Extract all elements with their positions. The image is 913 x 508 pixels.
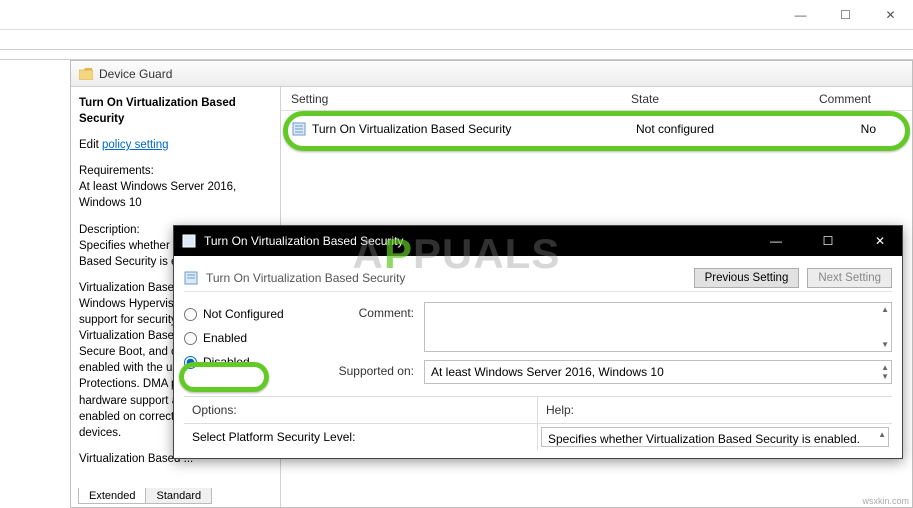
list-header: Setting State Comment xyxy=(281,87,912,111)
policy-list-row[interactable]: Turn On Virtualization Based Security No… xyxy=(286,119,907,139)
watermark-corner: wsxkin.com xyxy=(862,496,909,506)
outer-close-button[interactable]: ✕ xyxy=(868,0,913,30)
folder-icon xyxy=(79,68,93,80)
col-setting[interactable]: Setting xyxy=(281,92,631,106)
policy-icon xyxy=(184,271,198,285)
tab-standard[interactable]: Standard xyxy=(145,488,212,504)
supported-on-field: At least Windows Server 2016, Windows 10… xyxy=(424,360,892,384)
previous-setting-button[interactable]: Previous Setting xyxy=(694,268,800,288)
policy-title: Turn On Virtualization Based Security xyxy=(79,95,272,127)
scroll-up-icon[interactable]: ▲ xyxy=(881,305,889,314)
folder-title: Device Guard xyxy=(99,67,172,81)
radio-enabled[interactable]: Enabled xyxy=(184,326,314,350)
radio-disabled[interactable]: Disabled xyxy=(184,350,314,374)
comment-label: Comment: xyxy=(314,302,424,352)
scroll-up-icon[interactable]: ▲ xyxy=(878,430,886,439)
supported-on-label: Supported on: xyxy=(314,360,424,384)
help-textarea[interactable]: Specifies whether Virtualization Based S… xyxy=(541,427,889,447)
outer-toolbar xyxy=(0,30,913,50)
help-heading: Help: xyxy=(546,403,884,417)
requirements-text: At least Windows Server 2016, Windows 10 xyxy=(79,179,272,211)
options-heading: Options: xyxy=(192,403,529,417)
scroll-down-icon[interactable]: ▼ xyxy=(881,340,889,349)
pane-tabs: Extended Standard xyxy=(78,488,212,504)
row-state: Not configured xyxy=(636,122,786,136)
dialog-title-text: Turn On Virtualization Based Security xyxy=(204,234,403,248)
dialog-close-button[interactable]: ✕ xyxy=(858,226,902,256)
dialog-titlebar[interactable]: Turn On Virtualization Based Security — … xyxy=(174,226,902,256)
scroll-up-icon[interactable]: ▲ xyxy=(881,363,889,372)
dialog-icon xyxy=(182,234,196,248)
scroll-down-icon[interactable]: ▼ xyxy=(881,372,889,381)
dialog-subtitle-row: Turn On Virtualization Based Security Pr… xyxy=(184,264,892,292)
dialog-maximize-button[interactable]: ☐ xyxy=(806,226,850,256)
option-select-platform: Select Platform Security Level: xyxy=(184,424,538,450)
requirements-heading: Requirements: xyxy=(79,163,272,179)
col-comment[interactable]: Comment xyxy=(781,92,901,106)
edit-policy-link[interactable]: policy setting xyxy=(102,139,168,151)
edit-label: Edit xyxy=(79,139,102,151)
policy-icon xyxy=(292,122,306,136)
policy-settings-dialog: Turn On Virtualization Based Security — … xyxy=(173,225,903,459)
radio-group: Not Configured Enabled Disabled xyxy=(184,302,314,392)
row-setting-name: Turn On Virtualization Based Security xyxy=(312,122,511,136)
col-state[interactable]: State xyxy=(631,92,781,106)
outer-window-titlebar: — ☐ ✕ xyxy=(0,0,913,30)
next-setting-button: Next Setting xyxy=(807,268,892,288)
outer-thin-bar xyxy=(0,50,913,60)
row-comment: No xyxy=(786,122,906,136)
folder-header: Device Guard xyxy=(71,61,912,87)
outer-maximize-button[interactable]: ☐ xyxy=(823,0,868,30)
comment-textarea[interactable]: ▲ ▼ xyxy=(424,302,892,352)
dialog-minimize-button[interactable]: — xyxy=(754,226,798,256)
outer-minimize-button[interactable]: — xyxy=(778,0,823,30)
radio-not-configured[interactable]: Not Configured xyxy=(184,302,314,326)
dialog-subtitle-text: Turn On Virtualization Based Security xyxy=(206,271,405,285)
tab-extended[interactable]: Extended xyxy=(78,488,145,504)
